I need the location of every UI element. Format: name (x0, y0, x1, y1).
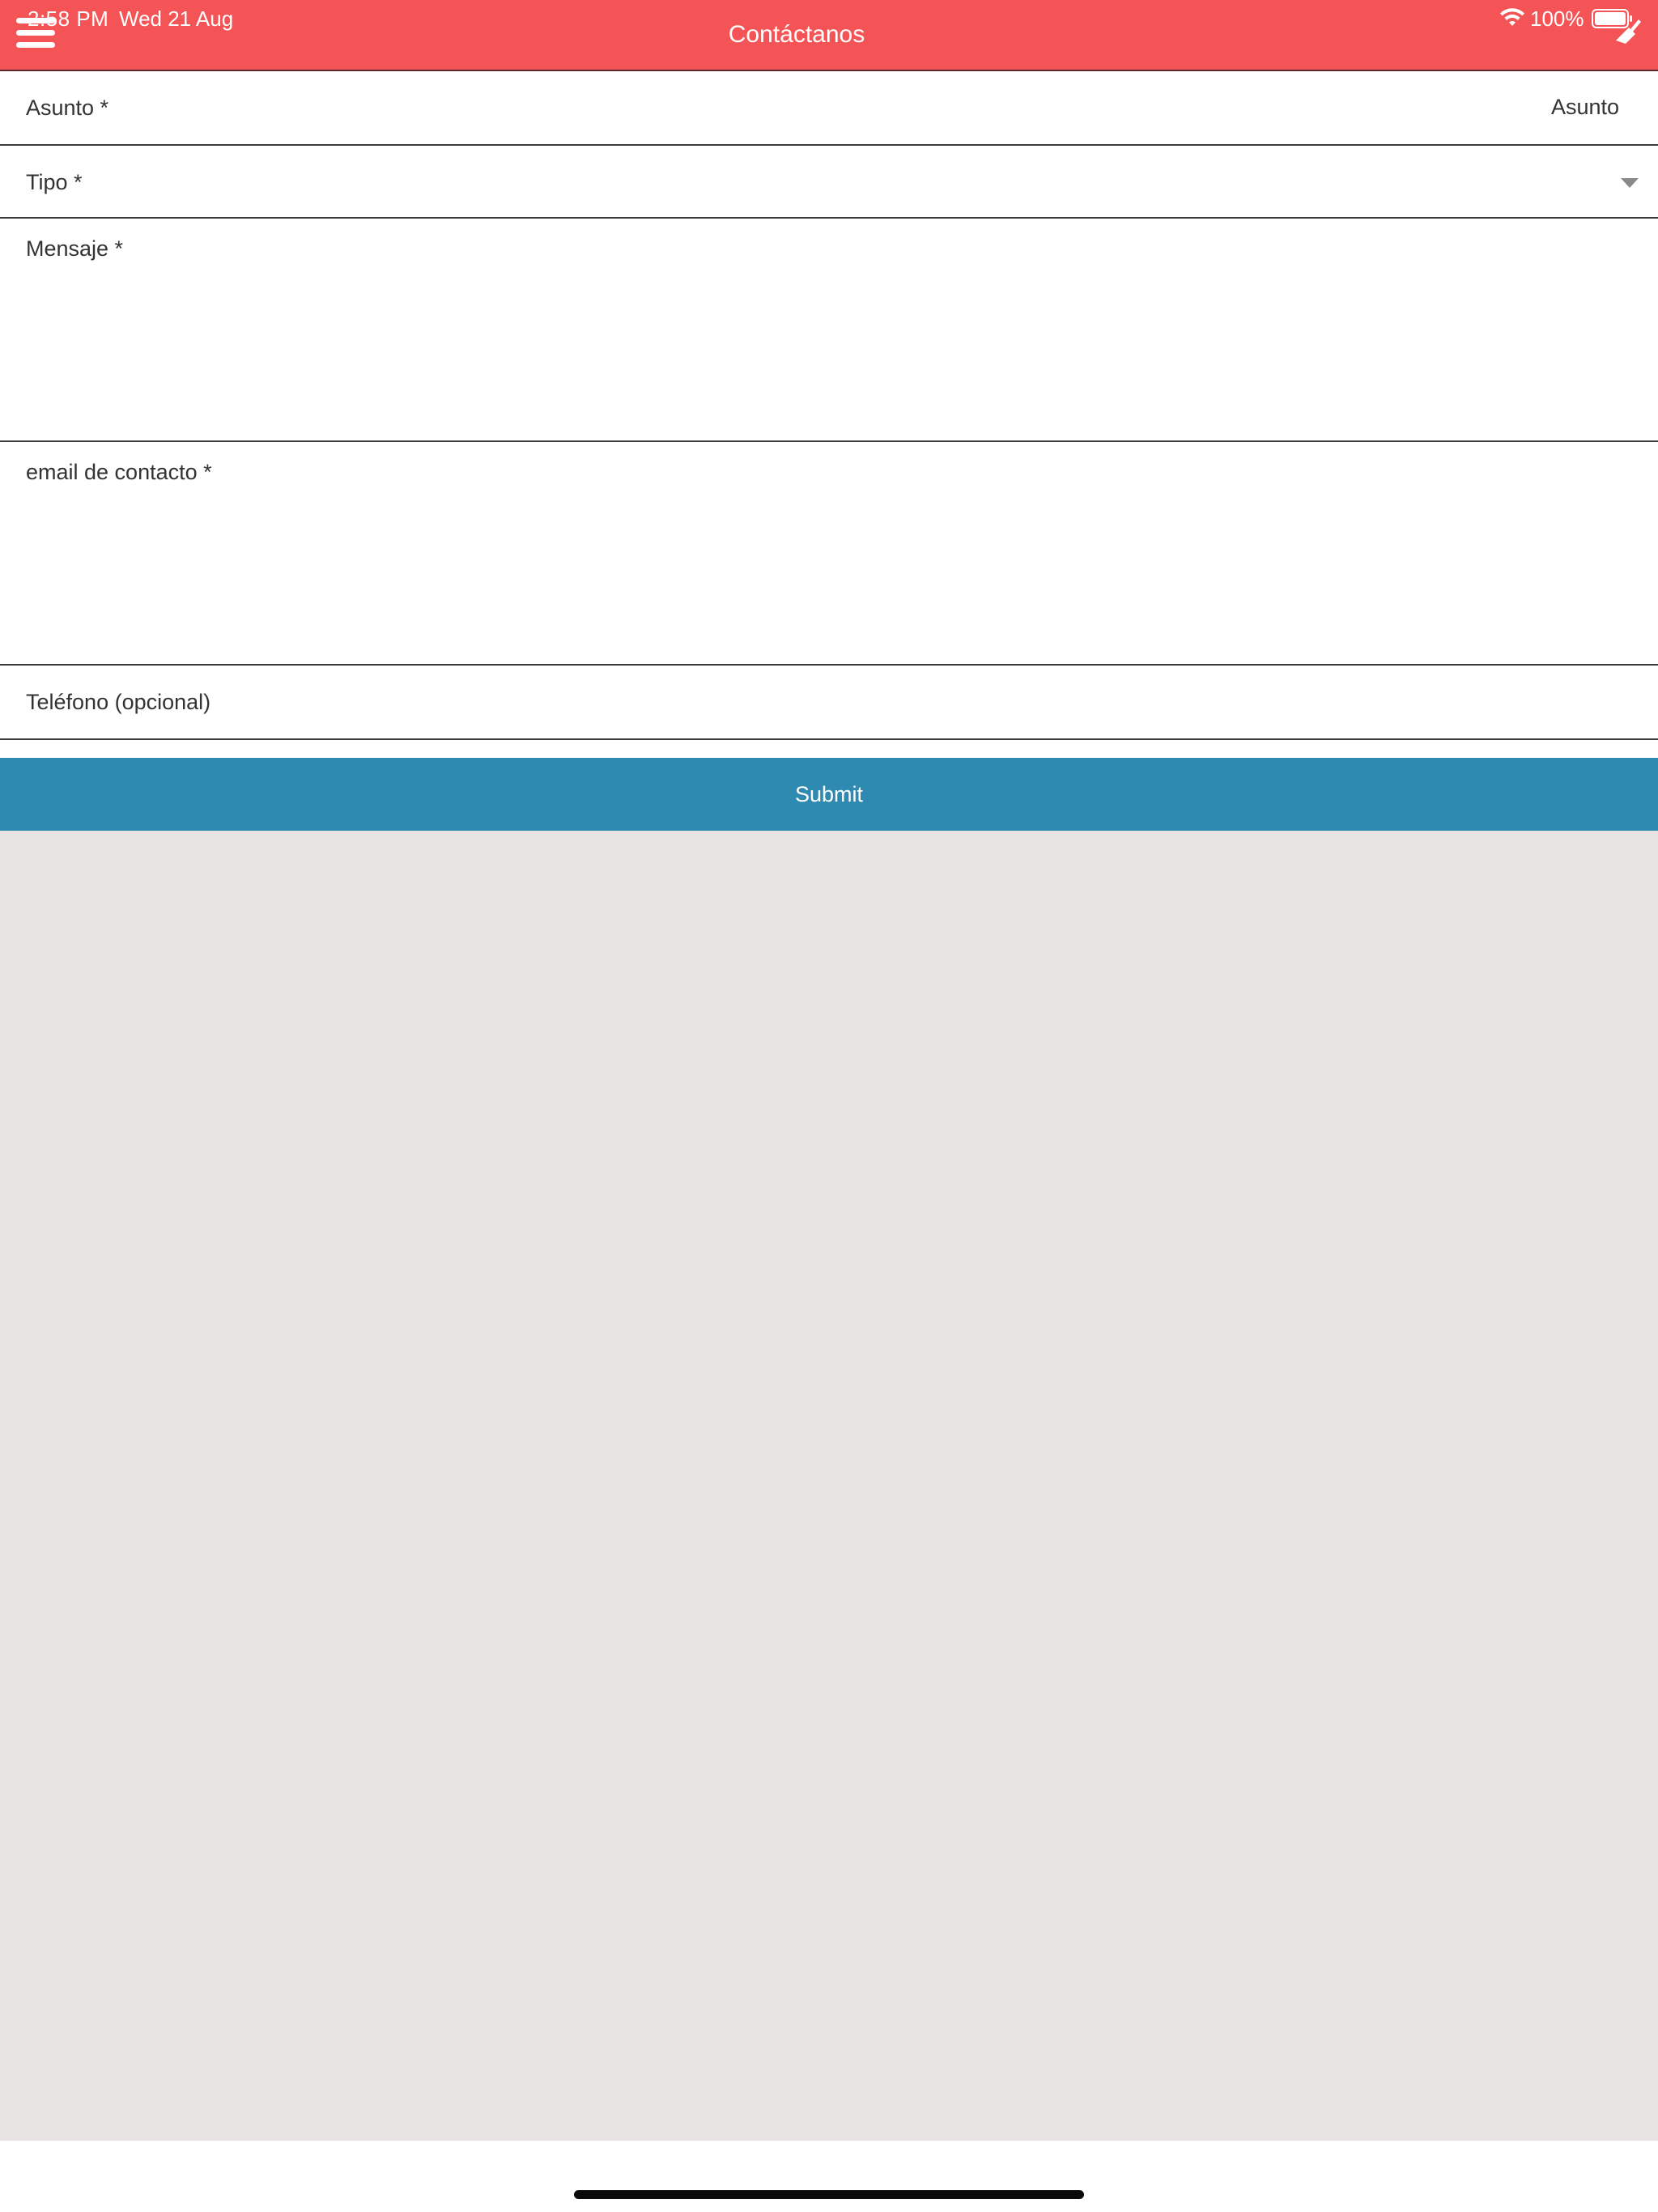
wifi-icon (1500, 8, 1524, 26)
home-indicator[interactable] (574, 2190, 1084, 2199)
email-textarea[interactable]: email de contacto * (0, 442, 1658, 666)
tipo-label: Tipo * (26, 170, 83, 194)
chevron-down-icon[interactable] (1621, 178, 1639, 188)
telefono-label: Teléfono (opcional) (26, 690, 211, 714)
page-title: Contáctanos (728, 21, 865, 48)
mensaje-textarea[interactable]: Mensaje * (0, 219, 1658, 442)
email-label: email de contacto * (26, 460, 212, 484)
app-header: 2:58 PM Wed 21 Aug Contáctanos 100% (0, 0, 1658, 71)
battery-percentage: 100% (1530, 6, 1584, 31)
broom-icon[interactable] (1611, 16, 1643, 49)
asunto-label: Asunto * (26, 96, 109, 120)
asunto-input[interactable]: Asunto (1551, 95, 1619, 120)
tipo-select[interactable]: Tipo * (0, 146, 1658, 219)
submit-button[interactable]: Submit (0, 758, 1658, 831)
telefono-field[interactable]: Teléfono (opcional) (0, 666, 1658, 740)
empty-content-area (0, 831, 1658, 2141)
asunto-field[interactable]: Asunto * Asunto (0, 71, 1658, 146)
mensaje-label: Mensaje * (26, 236, 124, 261)
